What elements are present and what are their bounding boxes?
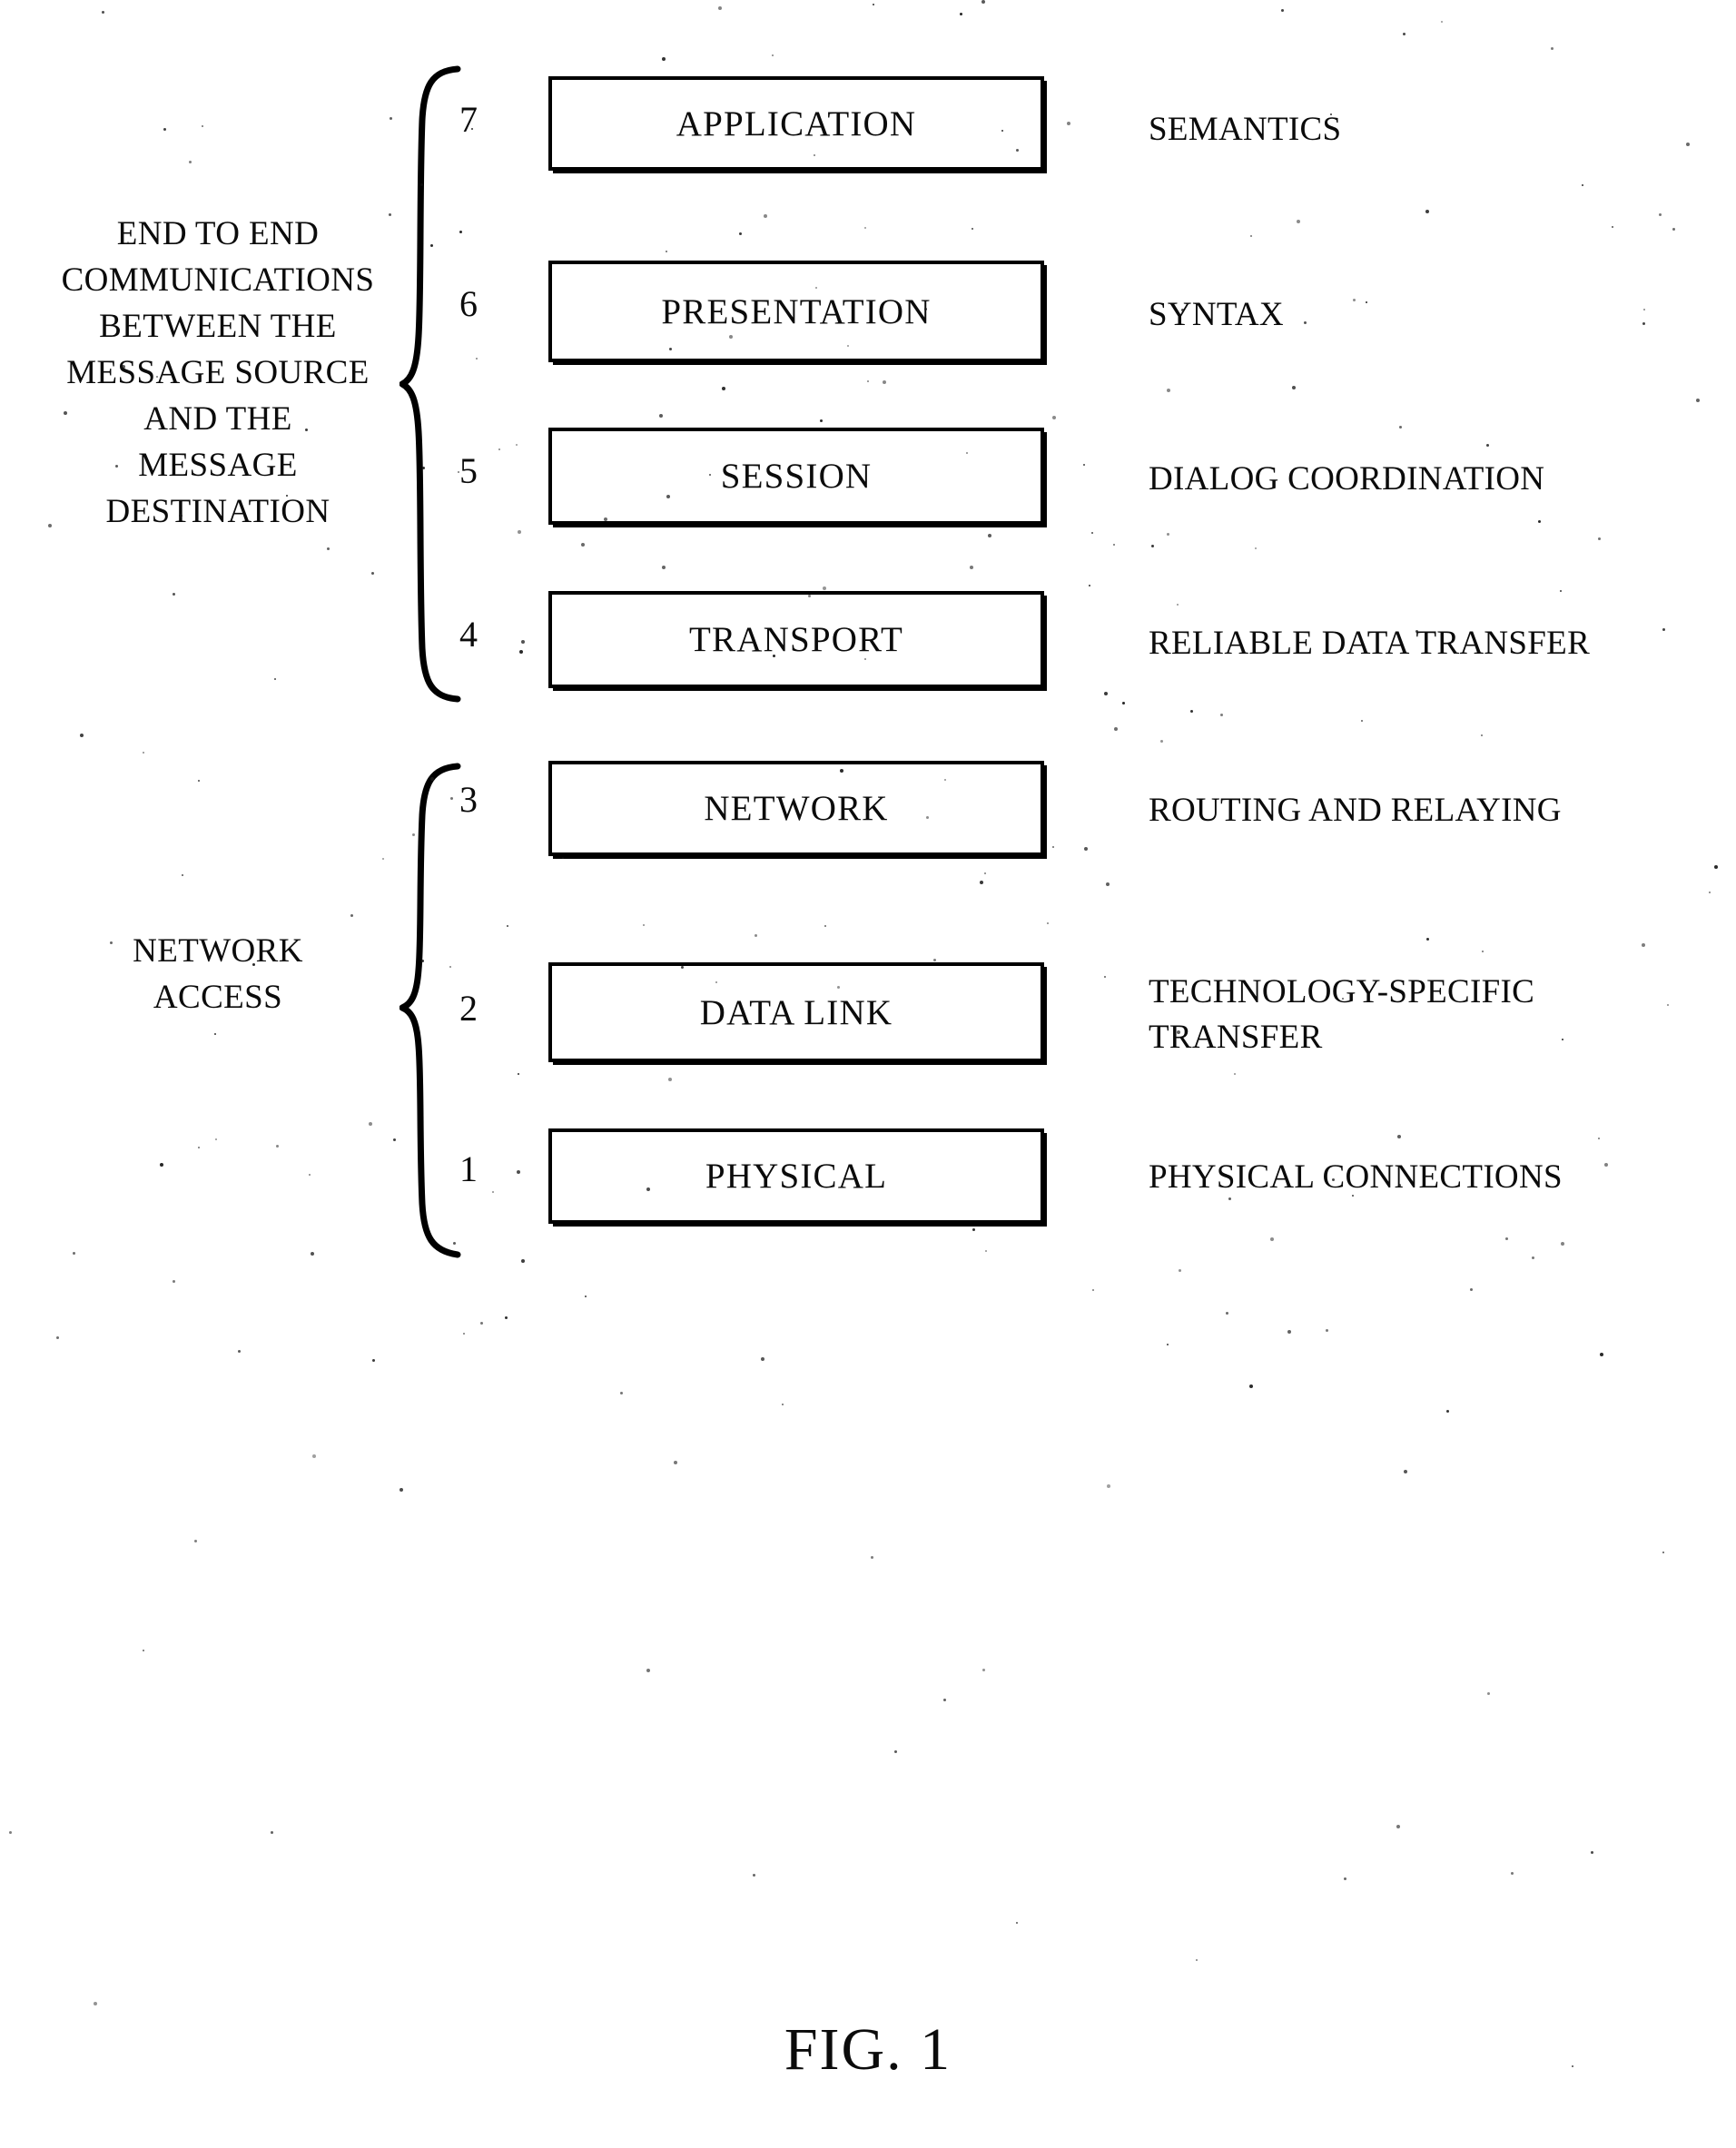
layer-number-6: 6 [459, 283, 478, 324]
layer-description-data-link: TECHNOLOGY-SPECIFIC TRANSFER [1149, 973, 1535, 1056]
layer-box-application: APPLICATION [548, 76, 1044, 171]
layer-number-3: 3 [459, 779, 478, 820]
layer-description-transport: RELIABLE DATA TRANSFER [1149, 625, 1591, 662]
layer-number-1: 1 [459, 1148, 478, 1189]
osi-model-figure: END TO END COMMUNICATIONS BETWEEN THE ME… [0, 0, 1736, 2148]
layer-box-label-network: NETWORK [704, 789, 889, 828]
brace-upper-end-to-end [399, 65, 461, 703]
layer-box-label-transport: TRANSPORT [688, 620, 903, 659]
layer-box-session: SESSION [548, 428, 1044, 525]
figure-caption: FIG. 1 [784, 2016, 952, 2083]
layer-box-data-link: DATA LINK [548, 962, 1044, 1062]
layer-description-physical: PHYSICAL CONNECTIONS [1149, 1158, 1563, 1196]
layer-box-label-session: SESSION [720, 457, 873, 496]
layer-number-2: 2 [459, 988, 478, 1029]
layer-box-network: NETWORK [548, 761, 1044, 856]
layer-description-network: ROUTING AND RELAYING [1149, 792, 1562, 829]
layer-number-7: 7 [459, 99, 478, 140]
layer-description-presentation: SYNTAX [1149, 296, 1284, 333]
layer-number-4: 4 [459, 614, 478, 655]
layer-box-label-application: APPLICATION [676, 103, 917, 143]
brace-lower-network-access [399, 763, 461, 1258]
layer-box-physical: PHYSICAL [548, 1128, 1044, 1224]
group-label-network-access: NETWORK ACCESS [133, 932, 303, 1016]
layer-number-5: 5 [459, 450, 478, 491]
layer-box-transport: TRANSPORT [548, 591, 1044, 688]
layer-box-presentation: PRESENTATION [548, 261, 1044, 362]
layer-box-label-physical: PHYSICAL [705, 1157, 888, 1196]
layer-box-label-presentation: PRESENTATION [661, 291, 932, 331]
layer-description-session: DIALOG COORDINATION [1149, 460, 1545, 498]
group-label-end-to-end: END TO END COMMUNICATIONS BETWEEN THE ME… [61, 215, 375, 530]
layer-box-label-data-link: DATA LINK [699, 992, 893, 1032]
layer-description-application: SEMANTICS [1149, 111, 1342, 148]
